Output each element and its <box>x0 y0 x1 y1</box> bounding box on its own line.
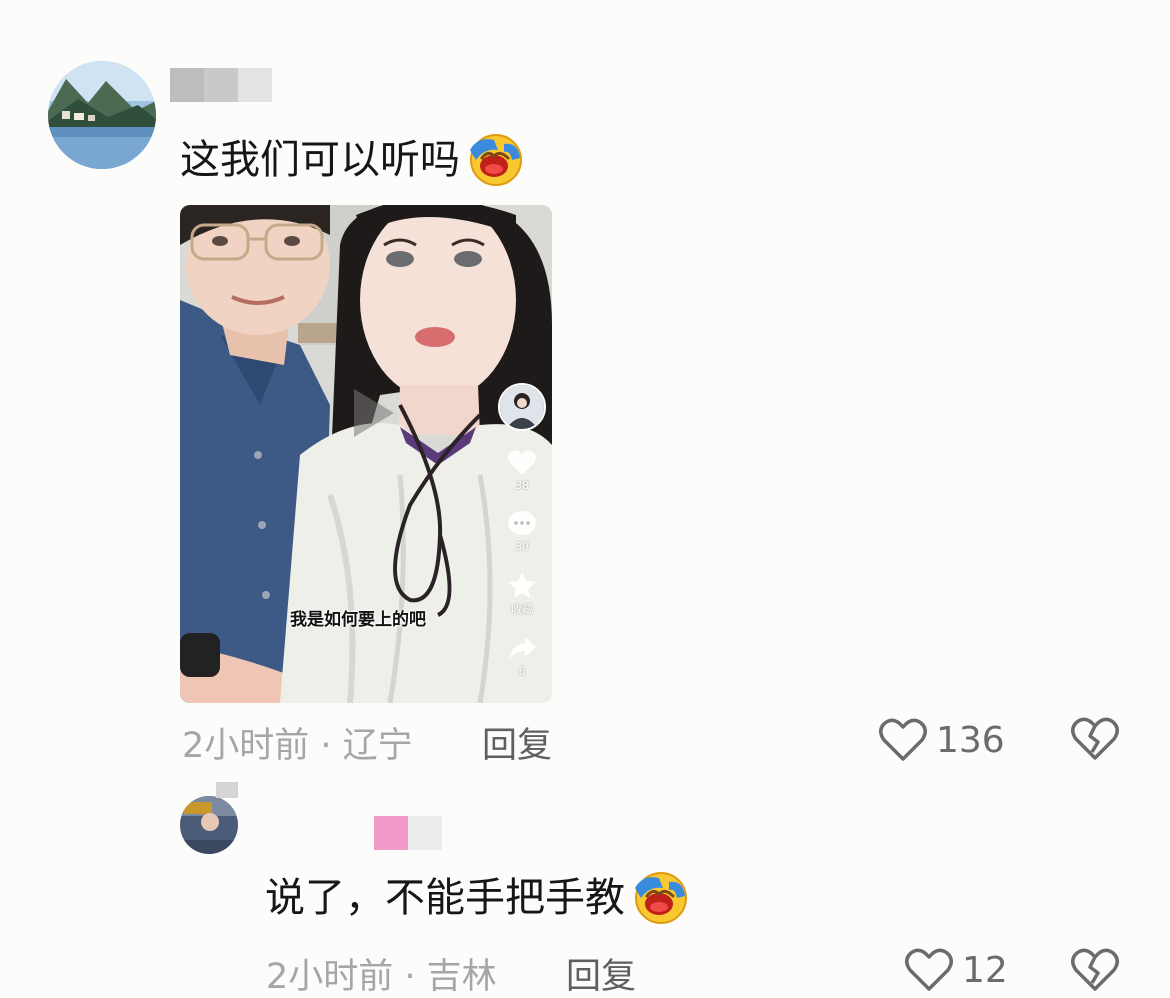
video-side-rail: 38 30 收藏 6 <box>498 383 546 678</box>
share-arrow-icon <box>509 637 536 661</box>
video-comment-item: 30 <box>507 510 537 553</box>
avatar-image <box>180 796 238 854</box>
video-comment-count: 30 <box>515 540 529 553</box>
reply-button[interactable]: 回复 <box>482 717 552 768</box>
reply-button[interactable]: 回复 <box>566 948 636 998</box>
dislike-button[interactable] <box>1070 716 1120 762</box>
avatar[interactable] <box>48 61 156 169</box>
star-icon <box>508 572 536 598</box>
lake-landscape-image <box>48 61 156 169</box>
comment-bubble-icon <box>508 511 536 535</box>
video-collect-item: 收藏 <box>507 571 537 617</box>
video-collect-label: 收藏 <box>511 603 533 616</box>
video-thumbnail[interactable]: 我是如何要上的吧 38 30 收藏 6 <box>180 205 552 703</box>
video-like-item: 38 <box>507 449 537 492</box>
video-subtitle: 我是如何要上的吧 <box>290 610 426 630</box>
video-like-count: 38 <box>515 479 529 492</box>
redacted-username[interactable] <box>170 68 272 102</box>
comment-text: 这我们可以听吗 <box>180 130 524 190</box>
comment-text: 说了，不能手把手教 <box>265 868 689 928</box>
redacted-username[interactable] <box>374 816 442 850</box>
video-share-count: 6 <box>518 665 526 678</box>
dislike-button[interactable] <box>1070 947 1120 993</box>
broken-heart-icon <box>1071 948 1119 991</box>
like-count: 136 <box>936 719 1005 761</box>
comment-time-location: 2小时前 · 辽宁 <box>182 726 413 766</box>
like-button[interactable]: 12 <box>904 947 1008 993</box>
comment-thread: 这我们可以听吗 我是如何要上的吧 38 30 收藏 6 2小时前 · 辽宁 回复… <box>0 0 1170 998</box>
play-icon[interactable] <box>340 383 400 443</box>
laugh-cry-emoji <box>464 130 524 190</box>
redacted-username[interactable] <box>216 782 238 798</box>
like-button[interactable]: 136 <box>878 717 1005 763</box>
broken-heart-icon <box>1071 717 1119 760</box>
heart-outline-icon <box>879 718 927 761</box>
like-count: 12 <box>962 949 1008 991</box>
heart-icon <box>508 450 536 475</box>
comment-time-location: 2小时前 · 吉林 <box>266 957 497 997</box>
video-share-item: 6 <box>507 635 537 678</box>
heart-outline-icon <box>905 948 953 991</box>
creator-avatar <box>498 383 546 431</box>
avatar[interactable] <box>180 796 238 854</box>
laugh-cry-emoji <box>629 868 689 928</box>
